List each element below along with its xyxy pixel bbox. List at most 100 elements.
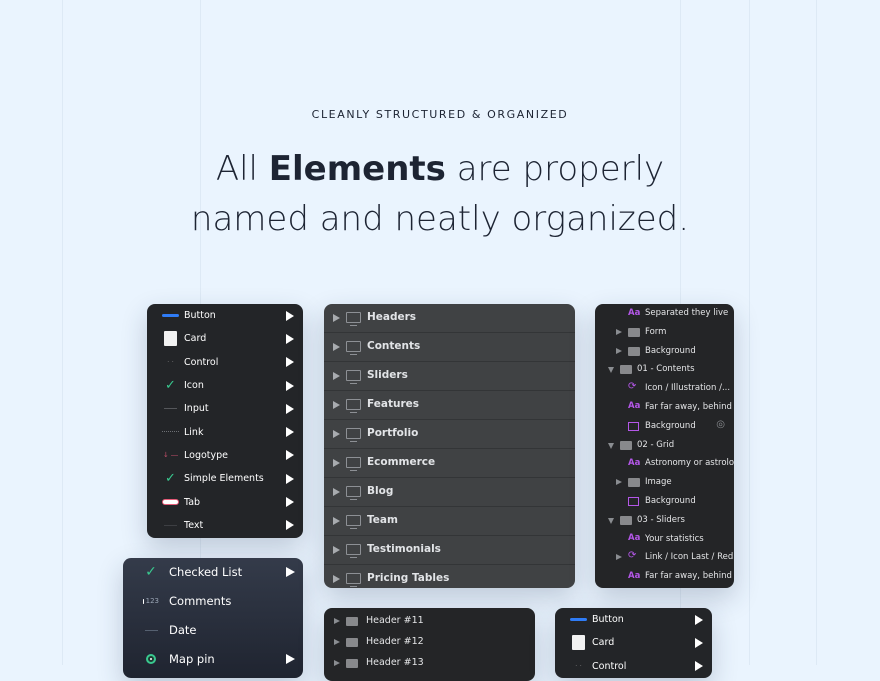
- text-layer-icon: Aa: [628, 570, 641, 581]
- checked-list-menu: ✓ Checked List 123 Comments Date Map pin: [123, 558, 303, 678]
- submenu-arrow-icon: [286, 357, 294, 368]
- disclosure-arrow-icon[interactable]: [333, 575, 340, 583]
- hidden-eye-icon[interactable]: ◎: [716, 419, 725, 430]
- layer-row[interactable]: 01 - Contents: [595, 360, 734, 379]
- disclosure-arrow-icon[interactable]: [608, 442, 614, 449]
- page-item-label: Pricing Tables: [367, 572, 450, 584]
- layer-row[interactable]: 03 - Sliders: [595, 511, 734, 530]
- layer-row[interactable]: Aa Separated they live: [595, 304, 734, 323]
- disclosure-arrow-icon[interactable]: [333, 372, 340, 380]
- symbol-menu-item[interactable]: Card: [147, 327, 303, 350]
- header-folder-item[interactable]: Header #13: [324, 653, 535, 674]
- layer-row[interactable]: Image: [595, 473, 734, 492]
- page-item[interactable]: Features: [324, 391, 575, 420]
- disclosure-arrow-icon[interactable]: [333, 517, 340, 525]
- checked-menu-label: Checked List: [169, 565, 243, 579]
- symbol-menu-item[interactable]: Card: [555, 631, 712, 654]
- symbol-menu-item[interactable]: Button: [555, 608, 712, 631]
- symbol-menu-item[interactable]: · · Control: [555, 655, 712, 678]
- page-item-label: Team: [367, 514, 398, 526]
- submenu-arrow-icon: [286, 310, 294, 321]
- disclosure-arrow-icon[interactable]: [333, 343, 340, 351]
- symbol-menu-item[interactable]: ↓ ― Logotype: [147, 444, 303, 467]
- symbol-menu-item[interactable]: Button: [147, 304, 303, 327]
- disclosure-arrow-icon[interactable]: [334, 639, 340, 645]
- layer-name: Astronomy or astrolo: [645, 458, 734, 469]
- symbol-menu-item[interactable]: ✓ Simple Elements: [147, 467, 303, 490]
- page-item[interactable]: Blog: [324, 478, 575, 507]
- symbol-menu-item[interactable]: Input: [147, 397, 303, 420]
- text-layer-icon: Aa: [628, 307, 641, 318]
- page-item[interactable]: Pricing Tables: [324, 565, 575, 588]
- page-item[interactable]: Testimonials: [324, 536, 575, 565]
- page-item[interactable]: Sliders: [324, 362, 575, 391]
- layer-name: 01 - Contents: [637, 364, 695, 375]
- page-item[interactable]: Ecommerce: [324, 449, 575, 478]
- symbol-menu-label: Control: [184, 356, 219, 368]
- page-item-label: Features: [367, 398, 419, 410]
- disclosure-arrow-icon[interactable]: [608, 517, 614, 524]
- symbol-menu-label: Button: [592, 614, 624, 626]
- layer-row[interactable]: Background: [595, 342, 734, 361]
- layer-row[interactable]: Aa Your statistics: [595, 530, 734, 549]
- disclosure-arrow-icon[interactable]: [333, 546, 340, 554]
- headline-line-2: named and neatly organized.: [190, 199, 690, 239]
- layer-row[interactable]: Background: [595, 492, 734, 511]
- layer-row[interactable]: Form: [595, 323, 734, 342]
- page-item-label: Blog: [367, 485, 394, 497]
- disclosure-arrow-icon[interactable]: [616, 479, 622, 486]
- layer-row[interactable]: Aa Far far away, behind: [595, 567, 734, 586]
- layer-row[interactable]: Aa Far far away, behind: [595, 398, 734, 417]
- checked-menu-item[interactable]: Map pin: [123, 645, 303, 674]
- artboard-icon: [346, 399, 361, 413]
- folder-icon: [628, 478, 640, 488]
- disclosure-arrow-icon[interactable]: [616, 554, 622, 561]
- layer-name: Form: [645, 326, 667, 337]
- layer-row[interactable]: Aa Astronomy or astrolo: [595, 454, 734, 473]
- checkmark-icon: ✓: [145, 564, 157, 580]
- disclosure-arrow-icon[interactable]: [334, 618, 340, 624]
- disclosure-arrow-icon[interactable]: [616, 328, 622, 335]
- folder-icon: [346, 659, 358, 668]
- header-folder-item[interactable]: Header #12: [324, 632, 535, 653]
- headline-prefix: All: [215, 149, 269, 189]
- disclosure-arrow-icon[interactable]: [334, 660, 340, 666]
- layer-row[interactable]: 02 - Grid: [595, 436, 734, 455]
- checked-menu-label: Comments: [169, 594, 232, 608]
- layer-name: Icon / Illustration /...: [645, 383, 731, 394]
- card-thumb-icon: [570, 635, 587, 651]
- disclosure-arrow-icon[interactable]: [608, 367, 614, 374]
- page-item[interactable]: Contents: [324, 333, 575, 362]
- headline-suffix: are properly: [445, 149, 665, 189]
- column-guide: [749, 0, 750, 665]
- symbol-menu-item[interactable]: Link: [147, 420, 303, 443]
- header-folder-item[interactable]: Header #11: [324, 611, 535, 632]
- disclosure-arrow-icon[interactable]: [333, 430, 340, 438]
- symbol-menu-item[interactable]: · · Control: [147, 351, 303, 374]
- page-item[interactable]: Headers: [324, 304, 575, 333]
- symbol-menu-item[interactable]: ✓ Icon: [147, 374, 303, 397]
- layers-panel: Aa Separated they live Form Background 01 - …: [595, 304, 734, 588]
- layer-row[interactable]: ⟳ Link / Icon Last / Red: [595, 548, 734, 567]
- symbol-menu-item[interactable]: Tab: [147, 490, 303, 513]
- symbol-menu-item[interactable]: Text: [147, 514, 303, 537]
- disclosure-arrow-icon[interactable]: [616, 347, 622, 354]
- map-pin-icon: [143, 652, 159, 666]
- disclosure-arrow-icon[interactable]: [333, 314, 340, 322]
- input-thumb-icon: [162, 402, 179, 416]
- page-item[interactable]: Portfolio: [324, 420, 575, 449]
- checked-menu-item[interactable]: 123 Comments: [123, 587, 303, 616]
- disclosure-arrow-icon[interactable]: [333, 401, 340, 409]
- layer-row[interactable]: Background ◎: [595, 417, 734, 436]
- page-item[interactable]: Team: [324, 507, 575, 536]
- disclosure-arrow-icon[interactable]: [333, 488, 340, 496]
- page-item-label: Portfolio: [367, 427, 419, 439]
- text-layer-icon: Aa: [628, 533, 641, 544]
- checked-menu-item[interactable]: Date: [123, 616, 303, 645]
- date-icon: [143, 623, 159, 637]
- layer-row[interactable]: ⟳ Icon / Illustration /...: [595, 379, 734, 398]
- symbol-menu-label: Icon: [184, 380, 204, 392]
- disclosure-arrow-icon[interactable]: [333, 459, 340, 467]
- checked-menu-item[interactable]: ✓ Checked List: [123, 558, 303, 587]
- symbols-menu: Button Card · · Control ✓ Icon Input Link ↓ ― Log…: [147, 304, 303, 538]
